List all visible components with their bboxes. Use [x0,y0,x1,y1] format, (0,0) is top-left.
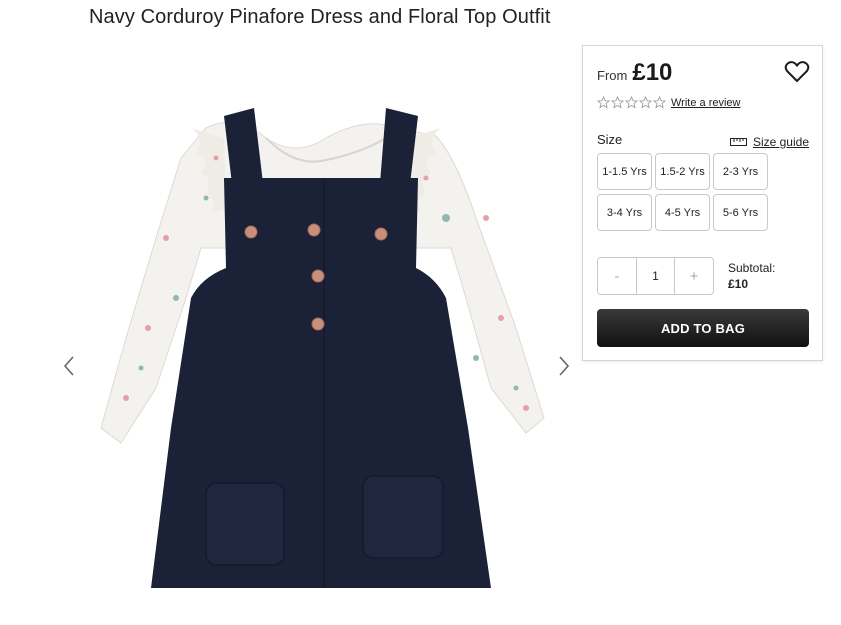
star-icon [625,96,638,109]
add-to-bag-button[interactable]: ADD TO BAG [597,309,809,347]
subtotal-value: £10 [728,277,749,291]
price-row: From £10 [597,59,672,87]
size-options: 1-1.5 Yrs 1.5-2 Yrs 2-3 Yrs 3-4 Yrs 4-5 … [597,153,768,231]
subtotal: Subtotal: £10 [728,260,775,292]
price-value: £10 [632,59,673,86]
ruler-icon [729,138,747,146]
quantity-decrease-button[interactable]: - [598,258,636,294]
size-option[interactable]: 1-1.5 Yrs [597,153,652,190]
product-image [100,108,545,588]
subtotal-label: Subtotal: [728,261,776,275]
quantity-input[interactable]: 1 [636,258,675,294]
size-option[interactable]: 3-4 Yrs [597,194,652,231]
write-review-link[interactable]: Write a review [671,97,740,109]
purchase-panel: From £10 Write a review Size Size guide … [582,45,823,361]
quantity-increase-button[interactable]: + [675,258,713,294]
star-icon [639,96,652,109]
review-row: Write a review [597,96,740,109]
size-label: Size [597,132,623,147]
star-rating [597,96,666,109]
product-gallery [40,44,588,622]
gallery-prev-button[interactable] [57,350,81,382]
size-guide-label: Size guide [752,135,809,149]
wishlist-button[interactable] [784,60,810,84]
chevron-left-icon [63,356,74,376]
product-title: Navy Corduroy Pinafore Dress and Floral … [89,6,551,28]
size-guide-link[interactable]: Size guide [729,135,809,149]
star-icon [611,96,624,109]
size-option[interactable]: 1.5-2 Yrs [655,153,710,190]
chevron-right-icon [559,356,570,376]
size-option[interactable]: 4-5 Yrs [655,194,710,231]
heart-icon [784,61,810,83]
gallery-next-button[interactable] [552,350,576,382]
price-from-label: From [597,68,628,83]
size-option[interactable]: 2-3 Yrs [713,153,768,190]
star-icon [653,96,666,109]
size-option[interactable]: 5-6 Yrs [713,194,768,231]
quantity-stepper: - 1 + [597,257,714,295]
star-icon [597,96,610,109]
